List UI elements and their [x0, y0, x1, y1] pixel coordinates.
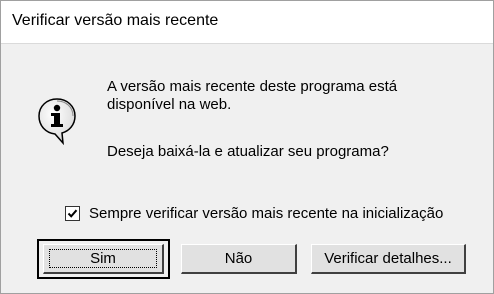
startup-check-checkbox[interactable] [65, 205, 80, 221]
no-button[interactable]: Não [181, 244, 297, 274]
no-button-label: Não [224, 250, 253, 267]
message-line-2: disponível na web. [107, 96, 232, 113]
title-separator [1, 43, 493, 44]
yes-button[interactable]: Sim [43, 244, 164, 274]
check-details-button[interactable]: Verificar detalhes... [311, 244, 466, 274]
check-details-button-label: Verificar detalhes... [324, 250, 452, 267]
dialog-window: Verificar versão mais recente A versão m… [0, 0, 494, 294]
title-bar[interactable]: Verificar versão mais recente [1, 1, 493, 43]
message-question: Deseja baixá-la e atualizar seu programa… [107, 143, 389, 160]
dialog-title: Verificar versão mais recente [12, 12, 219, 29]
checkmark-icon [67, 209, 78, 218]
startup-check-label[interactable]: Sempre verificar versão mais recente na … [89, 205, 443, 222]
startup-check-option[interactable]: Sempre verificar versão mais recente na … [65, 204, 443, 222]
message-line-1: A versão mais recente deste programa est… [107, 78, 398, 95]
yes-button-label: Sim [90, 250, 116, 267]
info-icon [38, 98, 76, 145]
